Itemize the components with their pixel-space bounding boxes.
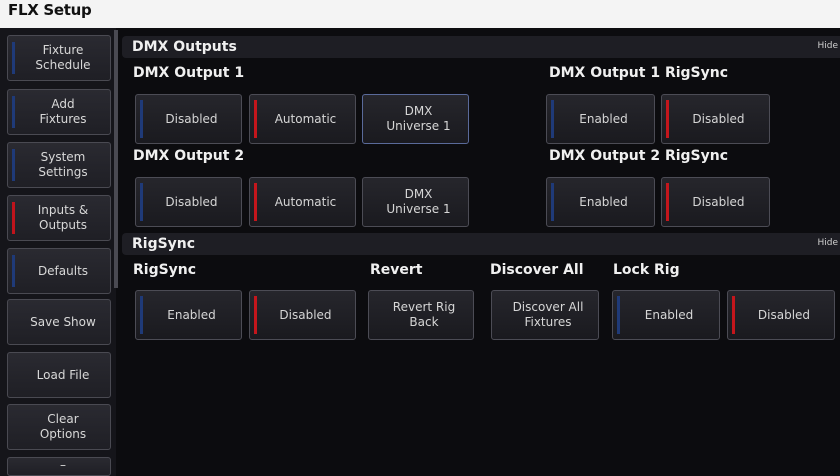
sidebar-item-label: Save Show xyxy=(30,314,96,329)
section-title: RigSync xyxy=(132,236,196,252)
button-label: Disabled xyxy=(692,194,745,209)
indicator xyxy=(617,296,620,334)
button-label: Automatic xyxy=(274,111,337,126)
dmx-output-2-rigsync-enabled-button[interactable]: Enabled xyxy=(546,177,655,227)
sidebar-item-label: Load File xyxy=(36,367,90,382)
rigsync-enabled-button[interactable]: Enabled xyxy=(135,290,242,340)
sidebar-item-system-settings[interactable]: System Settings xyxy=(7,142,111,188)
dmx-output-1-universe-button[interactable]: DMX Universe 1 xyxy=(362,94,469,144)
dmx-output-1-label: DMX Output 1 xyxy=(133,65,245,81)
dmx-output-1-rigsync-label: DMX Output 1 RigSync xyxy=(549,65,729,81)
rigsync-header: RigSync Hide xyxy=(122,233,840,255)
hide-button[interactable]: Hide xyxy=(817,238,838,248)
lock-rig-enabled-button[interactable]: Enabled xyxy=(612,290,720,340)
sidebar-item-add-fixtures[interactable]: Add Fixtures xyxy=(7,89,111,135)
button-label: Disabled xyxy=(757,307,811,322)
button-label: Disabled xyxy=(279,307,332,322)
button-label: Disabled xyxy=(165,194,218,209)
indicator xyxy=(140,183,143,221)
dmx-outputs-header: DMX Outputs Hide xyxy=(122,36,840,58)
active-indicator xyxy=(254,296,257,334)
indicator xyxy=(12,149,15,181)
dmx-output-2-rigsync-disabled-button[interactable]: Disabled xyxy=(661,177,770,227)
sidebar-scrollbar[interactable] xyxy=(114,30,118,288)
save-show-button[interactable]: Save Show xyxy=(7,299,111,345)
rigsync-disabled-button[interactable]: Disabled xyxy=(249,290,356,340)
button-label: Enabled xyxy=(167,307,216,322)
active-indicator xyxy=(732,296,735,334)
load-file-button[interactable]: Load File xyxy=(7,352,111,398)
button-label: Enabled xyxy=(579,111,628,126)
lock-rig-label: Lock Rig xyxy=(613,262,680,278)
indicator xyxy=(140,100,143,138)
button-label: Disabled xyxy=(165,111,218,126)
button-label: DMX Universe 1 xyxy=(386,187,451,216)
button-label: Revert Rig Back xyxy=(392,300,456,329)
active-indicator xyxy=(254,183,257,221)
sidebar-item-label: Clear Options xyxy=(39,412,87,441)
dmx-output-1-rigsync-disabled-button[interactable]: Disabled xyxy=(661,94,770,144)
indicator xyxy=(140,296,143,334)
dmx-output-2-disabled-button[interactable]: Disabled xyxy=(135,177,242,227)
sidebar-item-label: Add Fixtures xyxy=(39,97,87,126)
app-title: FLX Setup xyxy=(8,1,92,19)
rigsync-label: RigSync xyxy=(133,262,197,278)
sidebar-item-label: Fixture Schedule xyxy=(35,43,91,72)
indicator xyxy=(551,183,554,221)
active-indicator xyxy=(12,202,15,234)
sidebar-item-label: – xyxy=(60,458,66,472)
button-label: Discover All Fixtures xyxy=(512,300,584,329)
dmx-output-2-universe-button[interactable]: DMX Universe 1 xyxy=(362,177,469,227)
indicator xyxy=(12,96,15,128)
button-label: Disabled xyxy=(692,111,745,126)
sidebar-item-more[interactable]: – xyxy=(7,457,111,476)
sidebar-item-label: System Settings xyxy=(38,150,88,179)
sidebar-item-defaults[interactable]: Defaults xyxy=(7,248,111,294)
section-title: DMX Outputs xyxy=(132,39,237,55)
dmx-output-1-rigsync-enabled-button[interactable]: Enabled xyxy=(546,94,655,144)
indicator xyxy=(12,42,15,74)
button-label: Enabled xyxy=(579,194,628,209)
dmx-output-1-automatic-button[interactable]: Automatic xyxy=(249,94,356,144)
sidebar-item-label: Inputs & Outputs xyxy=(37,203,89,232)
title-bar: FLX Setup xyxy=(0,0,840,28)
sidebar-item-inputs-outputs[interactable]: Inputs & Outputs xyxy=(7,195,111,241)
dmx-output-2-rigsync-label: DMX Output 2 RigSync xyxy=(549,148,729,164)
button-label: DMX Universe 1 xyxy=(386,104,451,133)
dmx-output-2-label: DMX Output 2 xyxy=(133,148,245,164)
active-indicator xyxy=(254,100,257,138)
dmx-output-2-automatic-button[interactable]: Automatic xyxy=(249,177,356,227)
button-label: Enabled xyxy=(644,307,694,322)
indicator xyxy=(12,255,15,287)
discover-all-fixtures-button[interactable]: Discover All Fixtures xyxy=(491,290,599,340)
dmx-output-1-disabled-button[interactable]: Disabled xyxy=(135,94,242,144)
clear-options-button[interactable]: Clear Options xyxy=(7,404,111,450)
discover-all-label: Discover All xyxy=(490,262,584,278)
sidebar-item-label: Defaults xyxy=(37,263,89,278)
button-label: Automatic xyxy=(274,194,337,209)
sidebar-item-fixture-schedule[interactable]: Fixture Schedule xyxy=(7,35,111,81)
active-indicator xyxy=(666,100,669,138)
indicator xyxy=(551,100,554,138)
revert-label: Revert xyxy=(370,262,423,278)
revert-rig-back-button[interactable]: Revert Rig Back xyxy=(368,290,474,340)
sidebar: Fixture Schedule Add Fixtures System Set… xyxy=(0,28,116,476)
lock-rig-disabled-button[interactable]: Disabled xyxy=(727,290,835,340)
hide-button[interactable]: Hide xyxy=(817,41,838,51)
active-indicator xyxy=(666,183,669,221)
